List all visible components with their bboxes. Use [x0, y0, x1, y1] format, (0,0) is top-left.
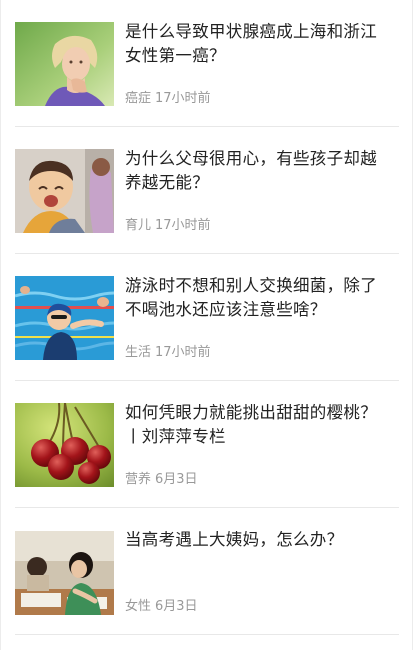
- article-tag: 营养: [125, 472, 152, 487]
- article-tag: 女性: [125, 599, 152, 614]
- crying-child-photo[interactable]: [15, 149, 114, 233]
- article-time: 17小时前: [155, 218, 211, 233]
- article-item[interactable]: 游泳时不想和别人交换细菌，除了不喝池水还应该注意些啥？ 生活 17小时前: [15, 254, 399, 381]
- article-tag: 育儿: [125, 218, 152, 233]
- article-time: 6月3日: [155, 472, 198, 487]
- article-item[interactable]: 当高考遇上大姨妈，怎么办？ 女性 6月3日: [15, 508, 399, 635]
- article-time: 17小时前: [155, 345, 211, 360]
- article-item[interactable]: 如何凭眼力就能挑出甜甜的樱桃？丨刘萍萍专栏 营养 6月3日: [15, 381, 399, 508]
- article-meta: 营养 6月3日: [125, 468, 198, 487]
- article-title[interactable]: 为什么父母很用心，有些孩子却越养越无能？: [125, 147, 393, 195]
- article-title[interactable]: 当高考遇上大姨妈，怎么办？: [125, 528, 393, 552]
- cherries-photo[interactable]: [15, 403, 114, 487]
- article-meta: 女性 6月3日: [125, 595, 198, 614]
- article-item[interactable]: 为什么父母很用心，有些孩子却越养越无能？ 育儿 17小时前: [15, 127, 399, 254]
- article-title[interactable]: 如何凭眼力就能挑出甜甜的樱桃？丨刘萍萍专栏: [125, 401, 393, 449]
- article-time: 6月3日: [155, 599, 198, 614]
- article-meta: 生活 17小时前: [125, 341, 211, 360]
- article-tag: 生活: [125, 345, 152, 360]
- article-meta: 癌症 17小时前: [125, 87, 211, 106]
- article-feed: 是什么导致甲状腺癌成上海和浙江女性第一癌？ 癌症 17小时前 为什么父母很用心，有…: [0, 0, 413, 650]
- students-exam-photo[interactable]: [15, 531, 114, 615]
- woman-touching-neck-photo[interactable]: [15, 22, 114, 106]
- swimming-pool-photo[interactable]: [15, 276, 114, 360]
- article-time: 17小时前: [155, 91, 211, 106]
- article-item[interactable]: 是什么导致甲状腺癌成上海和浙江女性第一癌？ 癌症 17小时前: [15, 0, 399, 127]
- article-title[interactable]: 游泳时不想和别人交换细菌，除了不喝池水还应该注意些啥？: [125, 274, 393, 322]
- article-tag: 癌症: [125, 91, 152, 106]
- article-meta: 育儿 17小时前: [125, 214, 211, 233]
- article-title[interactable]: 是什么导致甲状腺癌成上海和浙江女性第一癌？: [125, 20, 393, 68]
